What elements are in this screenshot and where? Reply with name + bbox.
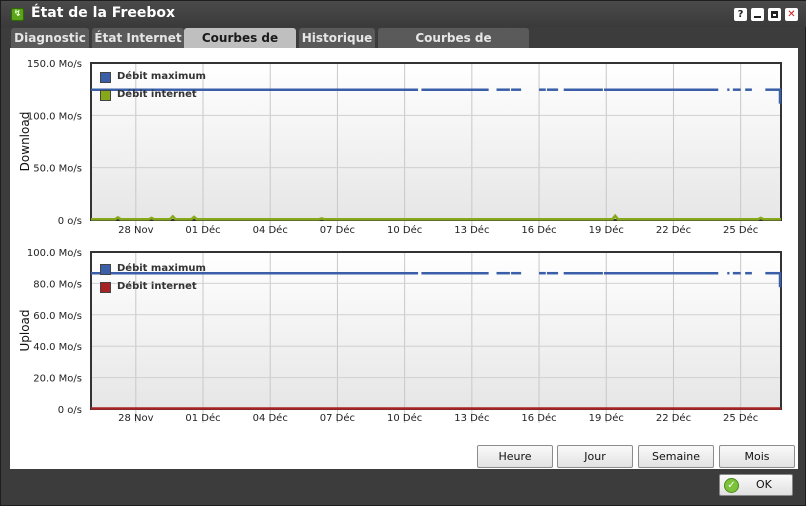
x-tick-label: 01 Déc xyxy=(185,224,220,236)
range-semaine-button[interactable]: Semaine xyxy=(638,445,714,468)
help-button[interactable]: ? xyxy=(734,8,747,21)
ok-button[interactable]: ✓ OK xyxy=(719,474,793,496)
plot-area xyxy=(91,252,781,409)
tab-diagnostic[interactable]: Diagnostic xyxy=(11,28,89,48)
title-bar[interactable]: ↯ État de la Freebox ? ✕ xyxy=(1,1,806,27)
y-axis-label: Download xyxy=(18,112,32,172)
y-tick-label: 100.0 Mo/s xyxy=(27,111,82,122)
x-tick-label: 22 Déc xyxy=(656,224,691,236)
y-axis-label: Upload xyxy=(18,309,32,351)
legend-swatch-down xyxy=(100,90,111,101)
y-tick-label: 80.0 Mo/s xyxy=(33,279,82,290)
y-tick-label: 40.0 Mo/s xyxy=(33,342,82,353)
upload-chart: 28 Nov 01 Déc 04 Déc 07 Déc 10 Déc 13 Déc 16 D… xyxy=(10,242,798,442)
y-tick-label: 60.0 Mo/s xyxy=(33,311,82,322)
x-tick-label: 19 Déc xyxy=(589,412,624,424)
x-tick-label: 28 Nov xyxy=(118,225,154,236)
tab-historique[interactable]: Historique xyxy=(299,28,375,48)
x-tick-label: 04 Déc xyxy=(253,224,288,236)
legend-label-down: Débit internet xyxy=(117,89,197,100)
x-tick-label: 28 Nov xyxy=(118,413,154,424)
debit-content-panel: 28 Nov 01 Déc 04 Déc 07 Déc 10 Déc 13 Déc 16 D… xyxy=(10,48,798,469)
download-chart: 28 Nov 01 Déc 04 Déc 07 Déc 10 Déc 13 Déc 16 D… xyxy=(10,48,798,242)
freebox-app-icon: ↯ xyxy=(11,8,24,21)
maximize-button[interactable] xyxy=(768,8,781,21)
y-tick-label: 50.0 Mo/s xyxy=(33,164,82,175)
legend-swatch-up xyxy=(100,282,111,293)
maximize-icon xyxy=(771,11,778,18)
legend-label-max-upload: Débit maximum xyxy=(117,263,206,274)
x-tick-label: 16 Déc xyxy=(521,412,556,424)
x-tick-label: 16 Déc xyxy=(521,224,556,236)
x-tick-label: 10 Déc xyxy=(387,224,422,236)
range-mois-button[interactable]: Mois xyxy=(719,445,795,468)
x-tick-label: 13 Déc xyxy=(454,412,489,424)
y-tick-label: 0 o/s xyxy=(58,405,82,416)
x-tick-label: 13 Déc xyxy=(454,224,489,236)
ok-label: OK xyxy=(756,478,772,491)
x-tick-label: 07 Déc xyxy=(320,224,355,236)
window-title: État de la Freebox xyxy=(31,5,176,21)
tab-courbes-de-temperature[interactable]: Courbes de température xyxy=(378,28,529,65)
tab-etat-internet[interactable]: État Internet xyxy=(92,28,184,48)
x-tick-label: 10 Déc xyxy=(387,412,422,424)
range-heure-button[interactable]: Heure xyxy=(477,445,553,468)
y-tick-label: 0 o/s xyxy=(58,216,82,227)
legend-label-up: Débit internet xyxy=(117,281,197,292)
x-tick-label: 25 Déc xyxy=(723,224,758,236)
y-tick-label: 20.0 Mo/s xyxy=(33,374,82,385)
x-tick-label: 19 Déc xyxy=(589,224,624,236)
freebox-status-window: ↯ État de la Freebox ? ✕ Diagnostic État… xyxy=(0,0,806,506)
range-jour-button[interactable]: Jour xyxy=(557,445,633,468)
x-tick-label: 07 Déc xyxy=(320,412,355,424)
checkmark-icon: ✓ xyxy=(724,478,739,493)
close-button[interactable]: ✕ xyxy=(785,8,798,21)
y-tick-label: 150.0 Mo/s xyxy=(27,59,82,70)
legend-label-max: Débit maximum xyxy=(117,71,206,82)
minimize-button[interactable] xyxy=(751,8,764,21)
minimize-icon xyxy=(754,16,761,18)
y-tick-label: 100.0 Mo/s xyxy=(27,248,82,259)
x-tick-label: 01 Déc xyxy=(185,412,220,424)
legend-swatch-max-upload xyxy=(100,264,111,275)
x-tick-label: 22 Déc xyxy=(656,412,691,424)
plot-area xyxy=(91,63,781,220)
x-tick-label: 25 Déc xyxy=(723,412,758,424)
x-tick-label: 04 Déc xyxy=(253,412,288,424)
legend-swatch-max xyxy=(100,72,111,83)
tab-courbes-de-debit[interactable]: Courbes de Débit xyxy=(184,28,296,65)
